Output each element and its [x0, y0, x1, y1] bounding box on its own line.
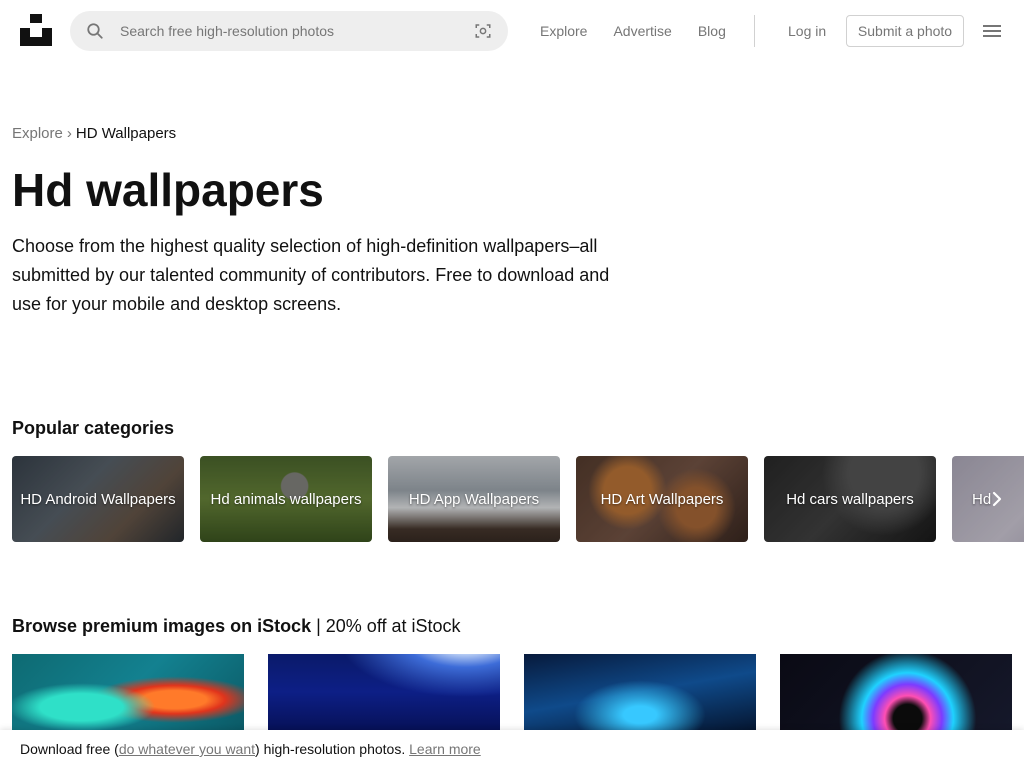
breadcrumb: Explore › HD Wallpapers	[12, 125, 176, 143]
nav-explore-link[interactable]: Explore	[540, 20, 587, 42]
istock-separator: |	[311, 616, 326, 636]
istock-offer[interactable]: 20% off at iStock	[326, 616, 461, 636]
category-card-android[interactable]: HD Android Wallpapers	[12, 456, 184, 542]
nav-advertise-link[interactable]: Advertise	[613, 20, 671, 42]
category-label: Hd cars wallpapers	[786, 490, 914, 508]
banner-prefix: Download free (	[20, 741, 119, 757]
submit-photo-button[interactable]: Submit a photo	[846, 15, 964, 47]
category-label: HD Art Wallpapers	[600, 490, 724, 508]
nav-divider	[754, 15, 755, 47]
istock-image[interactable]	[268, 654, 500, 730]
banner-suffix: ) high-resolution photos.	[255, 741, 406, 757]
banner-license-link[interactable]: do whatever you want	[119, 741, 255, 757]
login-link[interactable]: Log in	[788, 20, 826, 42]
breadcrumb-explore-link[interactable]: Explore	[12, 125, 63, 142]
category-label: HD Android Wallpapers	[20, 490, 176, 508]
top-navigation: Explore Advertise Blog Log in Submit a p…	[0, 0, 1024, 62]
istock-image[interactable]	[780, 654, 1012, 730]
nav-blog-link[interactable]: Blog	[698, 20, 726, 42]
visual-search-icon[interactable]	[458, 22, 508, 40]
istock-image[interactable]	[524, 654, 756, 730]
search-bar[interactable]	[70, 11, 508, 51]
category-label: Hd animals wallpapers	[210, 490, 362, 508]
category-card-cars[interactable]: Hd cars wallpapers	[764, 456, 936, 542]
istock-image[interactable]	[12, 654, 244, 730]
search-icon[interactable]	[70, 22, 120, 40]
breadcrumb-separator: ›	[66, 125, 72, 142]
category-card-animals[interactable]: Hd animals wallpapers	[200, 456, 372, 542]
chevron-right-icon[interactable]	[982, 486, 1012, 512]
license-banner: Download free (do whatever you want) hig…	[0, 730, 1024, 768]
search-input[interactable]	[120, 11, 458, 51]
page-title: Hd wallpapers	[12, 164, 324, 216]
category-card-app[interactable]: HD App Wallpapers	[388, 456, 560, 542]
istock-heading: Browse premium images on iStock | 20% of…	[12, 615, 461, 637]
breadcrumb-current: HD Wallpapers	[75, 125, 177, 142]
unsplash-logo-icon[interactable]	[20, 14, 52, 46]
nav-links: Explore Advertise Blog	[540, 20, 752, 42]
category-carousel: HD Android Wallpapers Hd animals wallpap…	[12, 456, 1024, 542]
banner-learn-more-link[interactable]: Learn more	[409, 741, 481, 757]
category-card-art[interactable]: HD Art Wallpapers	[576, 456, 748, 542]
popular-categories-heading: Popular categories	[12, 418, 175, 438]
category-label: HD App Wallpapers	[408, 490, 540, 508]
hamburger-menu-icon[interactable]	[980, 19, 1004, 43]
istock-title: Browse premium images on iStock	[12, 616, 312, 636]
page-description: Choose from the highest quality selectio…	[12, 236, 610, 314]
